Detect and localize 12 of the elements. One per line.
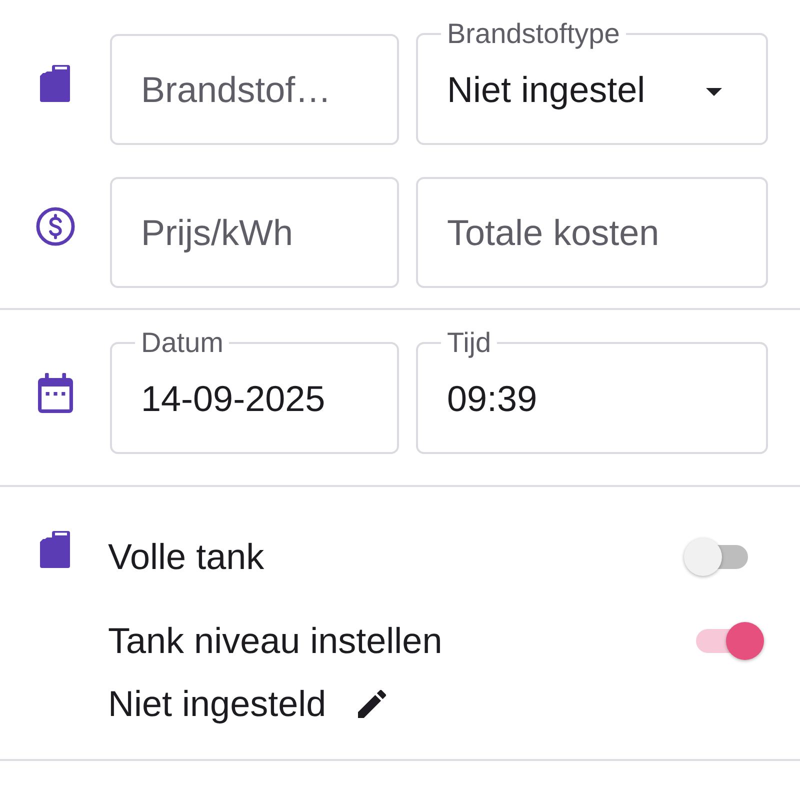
input-field[interactable]: Prijs/kWh <box>110 177 399 288</box>
dollar-circle-icon <box>36 207 74 246</box>
jerrycan-icon <box>40 531 70 568</box>
input-field[interactable]: Brandstof… <box>110 34 399 145</box>
input-field[interactable]: Totale kosten <box>416 177 768 288</box>
caret-icon <box>706 88 722 96</box>
tank-level-value: Niet ingesteld <box>108 683 326 725</box>
pencil-icon[interactable] <box>358 690 386 718</box>
calendar-icon <box>38 372 72 412</box>
jerrycan-icon <box>40 65 70 102</box>
toggle-label: Volle tank <box>108 536 264 578</box>
toggle-label: Tank niveau instellen <box>108 620 442 662</box>
